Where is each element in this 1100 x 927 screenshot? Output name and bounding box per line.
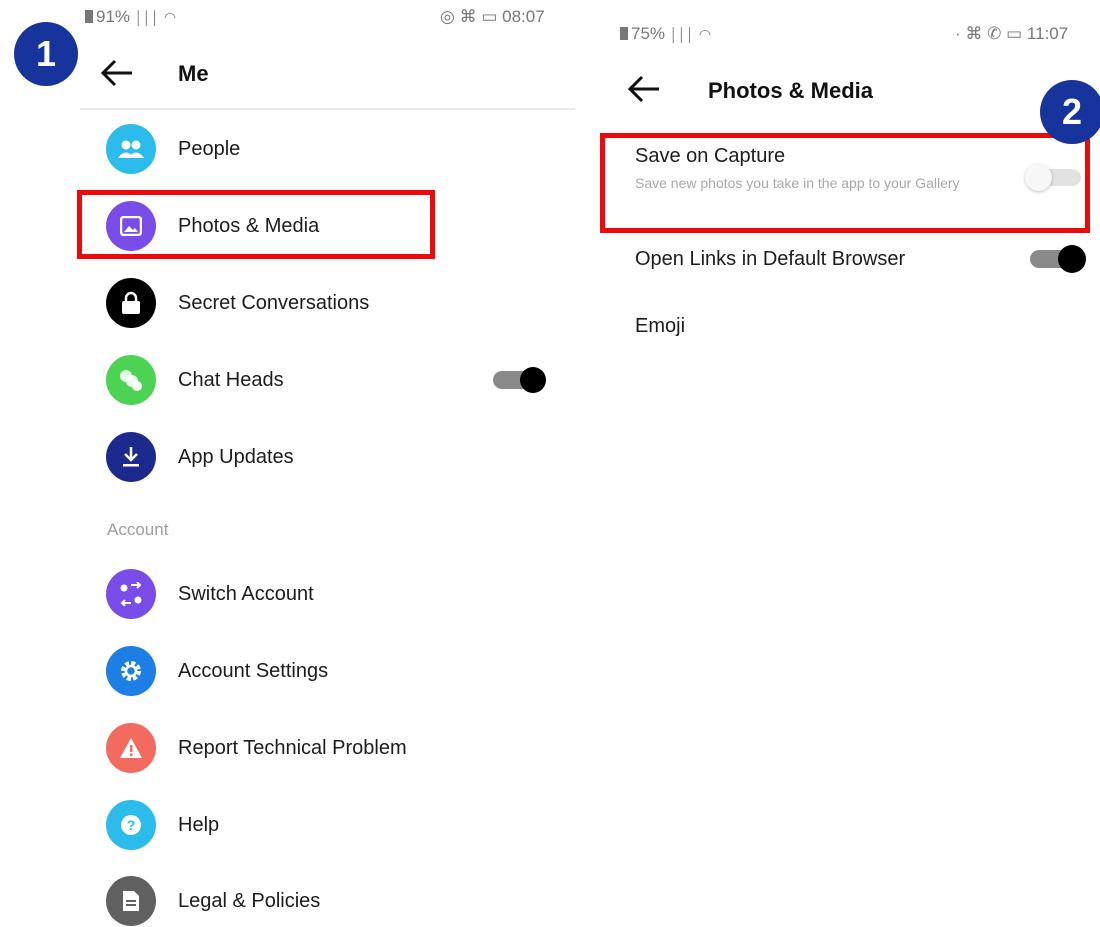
emoji-label[interactable]: Emoji [635,315,685,338]
menu-item-label: Secret Conversations [178,291,370,314]
link-icon: ⌘ [965,24,983,43]
open-links-label: Open Links in Default Browser [635,248,906,270]
download-icon [106,432,156,482]
menu-item-label: Chat Heads [178,368,284,391]
open-links-toggle[interactable] [1030,244,1090,274]
highlight-save-on-capture [600,133,1090,233]
menu-item-label: Switch Account [178,582,314,605]
menu-item-account-settings[interactable]: Account Settings [106,645,566,697]
signal-icon: │││ [669,27,695,42]
signal-icon: │││ [134,10,160,25]
section-header-account: Account [107,520,169,539]
people-icon [106,124,156,174]
page-title: Photos & Media [708,78,874,103]
right-status-bar: 75% │││ ◠ [620,24,711,44]
battery-level: 75% [631,24,666,43]
clock: 11:07 [1026,24,1069,43]
phone-icon: ✆ [987,24,1002,43]
highlight-photos-media [77,190,435,259]
document-icon [106,876,156,926]
menu-item-label: Legal & Policies [178,889,321,912]
page-title: Me [178,61,209,86]
menu-item-label: Account Settings [178,659,329,682]
back-arrow-icon[interactable] [627,74,667,104]
menu-item-switch-account[interactable]: Switch Account [106,568,566,620]
wifi-icon: ◠ [163,9,177,25]
menu-item-report-problem[interactable]: Report Technical Problem [106,722,566,774]
battery-icon [620,27,628,40]
battery-icon [85,10,93,23]
menu-item-people[interactable]: People [106,123,566,175]
step-badge-2: 2 [1040,80,1100,144]
link-icon: ⌘ [459,7,477,26]
svg-text:?: ? [127,817,136,833]
left-status-bar: 91% │││ ◠ [85,7,176,27]
step-badge-1: 1 [14,22,78,86]
menu-item-app-updates[interactable]: App Updates [106,431,566,483]
header-divider [80,108,575,110]
dot-icon: · [955,24,961,43]
messenger-icon: ◎ [440,7,455,26]
help-icon: ? [106,800,156,850]
laptop-icon: ▭ [1006,24,1023,43]
laptop-icon: ▭ [481,7,498,26]
left-status-right: ◎ ⌘ ▭ 08:07 [440,7,545,27]
menu-item-label: App Updates [178,445,294,468]
clock: 08:07 [502,7,545,26]
chat-heads-icon [106,355,156,405]
menu-item-help[interactable]: ? Help [106,799,566,851]
right-status-right: · ⌘ ✆ ▭ 11:07 [955,24,1068,44]
chat-heads-toggle[interactable] [493,366,549,394]
back-arrow-icon[interactable] [100,58,140,88]
menu-item-label: Report Technical Problem [178,736,407,759]
menu-item-secret-conversations[interactable]: Secret Conversations [106,277,566,329]
battery-level: 91% [96,7,131,26]
warning-icon [106,723,156,773]
wifi-icon: ◠ [698,26,712,42]
lock-icon [106,278,156,328]
switch-icon [106,569,156,619]
menu-item-label: Help [178,813,220,836]
gear-icon [106,646,156,696]
menu-item-label: People [178,137,241,160]
menu-item-legal-policies[interactable]: Legal & Policies [106,875,566,927]
